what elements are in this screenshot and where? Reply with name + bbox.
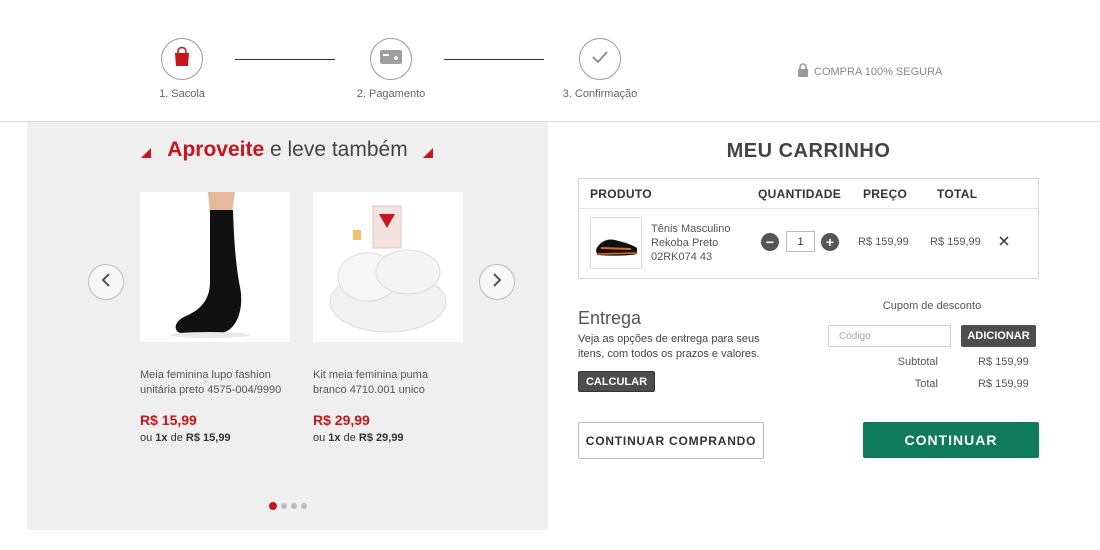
checkmark-icon (591, 50, 609, 69)
step-payment-label: 2. Pagamento (356, 88, 426, 100)
continue-checkout-button[interactable]: CONTINUAR (863, 422, 1039, 458)
step-confirmation-label: 3. Confirmação (562, 88, 638, 100)
quantity-input[interactable] (786, 231, 815, 252)
product-image[interactable] (140, 192, 290, 342)
total-value: R$ 159,99 (978, 378, 1029, 390)
product-installment: ou 1x de R$ 29,99 (313, 432, 404, 444)
cart-title: MEU CARRINHO (726, 140, 891, 162)
upsell-title-highlight: Aproveite (167, 138, 265, 161)
step-connector (444, 59, 544, 60)
carousel-dot-active[interactable] (268, 502, 277, 510)
step-confirmation-circle (579, 38, 621, 80)
remove-item-button[interactable] (999, 233, 1009, 250)
total-label: Total (914, 378, 938, 390)
shopping-bag-icon (173, 46, 191, 72)
product-name[interactable]: Meia feminina lupo fashion unitária pret… (140, 368, 290, 398)
step-bag-circle (161, 38, 203, 80)
subtotal-label: Subtotal (897, 356, 938, 368)
step-confirmation: 3. Confirmação (540, 38, 660, 100)
upsell-panel: Aproveite e leve também Meia feminina lu… (27, 122, 548, 530)
step-payment: 2. Pagamento (331, 38, 451, 100)
header-product: PRODUTO (590, 187, 652, 201)
cart-table: PRODUTO QUANTIDADE PREÇO TOTAL Tênis Mas… (578, 178, 1039, 279)
checkout-header: 1. Sacola 2. Pagamento 3. Confirmação CO… (0, 0, 1100, 122)
upsell-title-rest: e leve também (264, 138, 408, 161)
carousel-dots (27, 502, 548, 510)
product-image[interactable] (313, 192, 463, 342)
cart-item-thumbnail[interactable] (590, 217, 642, 269)
lock-icon (797, 63, 809, 80)
chevron-right-icon (492, 272, 502, 292)
continue-shopping-button[interactable]: CONTINUAR COMPRANDO (578, 422, 764, 459)
cart-item-price: R$ 159,99 (858, 236, 909, 248)
header-price: PREÇO (863, 187, 908, 201)
coupon-label: Cupom de desconto (882, 300, 982, 312)
calculate-shipping-button[interactable]: CALCULAR (578, 371, 655, 392)
carousel-next-button[interactable] (479, 264, 515, 300)
secure-purchase-label: COMPRA 100% SEGURA (814, 65, 943, 78)
chevron-left-icon (101, 272, 111, 292)
coupon-input[interactable] (828, 325, 951, 347)
delivery-title: Entrega (578, 308, 642, 328)
close-icon (999, 233, 1009, 250)
upsell-title: Aproveite e leve também (27, 138, 548, 162)
add-coupon-button[interactable]: ADICIONAR (961, 325, 1036, 347)
triangle-decoration-icon (423, 148, 433, 158)
cart-table-header: PRODUTO QUANTIDADE PREÇO TOTAL (579, 179, 1038, 209)
subtotal-value: R$ 159,99 (978, 356, 1029, 368)
delivery-description: Veja as opções de entrega para seus iten… (578, 333, 760, 360)
product-name[interactable]: Kit meia feminina puma branco 4710.001 u… (313, 368, 463, 398)
product-installment: ou 1x de R$ 15,99 (140, 432, 231, 444)
cart-item-name[interactable]: Tênis Masculino Rekoba Preto 02RK074 43 (651, 222, 751, 264)
upsell-product-card[interactable]: Meia feminina lupo fashion unitária pret… (140, 192, 290, 444)
quantity-decrease-button[interactable]: − (761, 233, 779, 251)
header-total: TOTAL (937, 187, 978, 201)
secure-purchase: COMPRA 100% SEGURA (797, 63, 942, 80)
carousel-prev-button[interactable] (88, 264, 124, 300)
credit-card-icon (379, 49, 403, 70)
carousel-dot[interactable] (290, 503, 297, 509)
step-bag: 1. Sacola (122, 38, 242, 100)
header-quantity: QUANTIDADE (758, 187, 841, 201)
step-connector (235, 59, 335, 60)
step-payment-circle (370, 38, 412, 80)
carousel-dot[interactable] (280, 503, 287, 509)
upsell-product-card[interactable]: Kit meia feminina puma branco 4710.001 u… (313, 192, 463, 444)
quantity-increase-button[interactable]: + (821, 233, 839, 251)
product-price: R$ 29,99 (313, 412, 370, 428)
cart-item-total: R$ 159,99 (930, 236, 981, 248)
step-bag-label: 1. Sacola (159, 88, 205, 100)
cart-item-row: Tênis Masculino Rekoba Preto 02RK074 43 … (579, 209, 1038, 279)
product-price: R$ 15,99 (140, 412, 197, 428)
carousel-dot[interactable] (300, 503, 307, 509)
